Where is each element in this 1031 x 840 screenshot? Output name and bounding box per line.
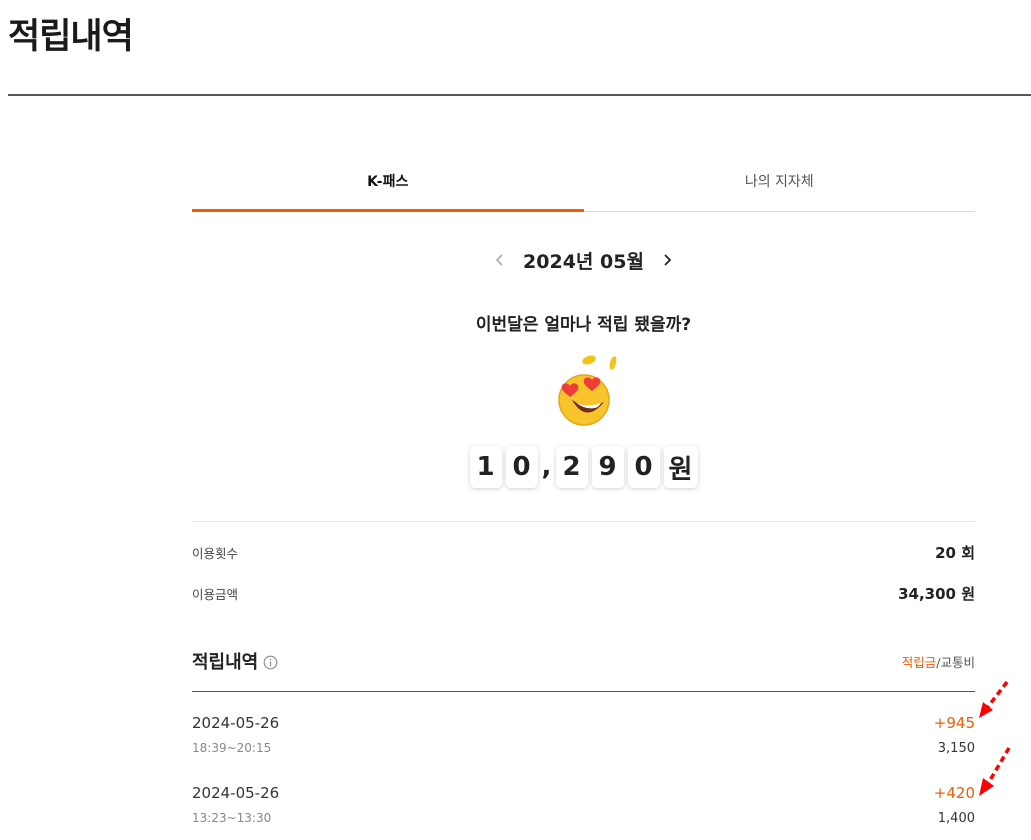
history-entry[interactable]: 2024-05-26 18:39~20:15 +945 3,150 [192, 714, 975, 766]
tab-bar: K-패스 나의 지자체 [192, 150, 975, 212]
amount-digit: 2 [555, 446, 588, 488]
legend-points: 적립금 [901, 654, 937, 670]
entry-fare: 1,400 [937, 811, 975, 826]
title-divider [8, 94, 1031, 96]
annotation-arrow-icon [979, 680, 1009, 718]
history-divider [192, 691, 975, 692]
info-circle-icon[interactable] [263, 654, 278, 669]
amount-separator: , [541, 452, 552, 482]
entry-points: +945 [933, 714, 975, 732]
amount-digit: 1 [469, 446, 502, 488]
heart-eyes-coin-emoji [552, 350, 622, 428]
history-title: 적립내역 [192, 652, 259, 673]
entry-points: +420 [933, 784, 975, 802]
month-label: 2024년 05월 [523, 250, 644, 273]
month-navigator: 2024년 05월 [192, 245, 975, 275]
history-header: 적립내역 적립금/교통비 [192, 648, 975, 674]
amount-digit: 0 [627, 446, 660, 488]
active-tab-indicator [192, 209, 584, 212]
page-title: 적립내역 [8, 17, 134, 57]
entry-time: 18:39~20:15 [192, 741, 272, 755]
stat-label: 이용금액 [192, 587, 239, 602]
accrued-amount-counter: 1 0 , 2 9 0 원 [192, 446, 975, 488]
annotation-arrow-icon [979, 747, 1011, 796]
entry-fare: 3,150 [937, 741, 975, 756]
entry-date: 2024-05-26 [192, 714, 280, 732]
chevron-right-icon[interactable] [656, 249, 678, 271]
main-content: K-패스 나의 지자체 2024년 05월 이번달은 얼마나 적립 됐을까? 1… [192, 150, 975, 826]
history-entry[interactable]: 2024-05-26 13:23~13:30 +420 1,400 [192, 784, 975, 836]
amount-digit: 0 [505, 446, 538, 488]
legend-fare: /교통비 [936, 654, 975, 670]
entry-date: 2024-05-26 [192, 784, 280, 802]
stat-value: 20 회 [935, 544, 975, 562]
tab-kpass[interactable]: K-패스 [192, 150, 584, 211]
stat-label: 이용횟수 [192, 546, 239, 561]
history-legend: 적립금/교통비 [902, 652, 975, 671]
amount-digit: 9 [591, 446, 624, 488]
amount-currency-unit: 원 [663, 446, 698, 488]
entry-time: 13:23~13:30 [192, 811, 272, 825]
stat-row-usage-amount: 이용금액 34,300 원 [192, 583, 975, 604]
chevron-left-icon[interactable] [489, 249, 511, 271]
stat-value: 34,300 원 [898, 585, 975, 603]
summary-question: 이번달은 얼마나 적립 됐을까? [475, 315, 692, 335]
summary-divider [192, 521, 975, 522]
stat-row-usage-count: 이용횟수 20 회 [192, 542, 975, 563]
tab-my-local-government[interactable]: 나의 지자체 [584, 150, 976, 211]
